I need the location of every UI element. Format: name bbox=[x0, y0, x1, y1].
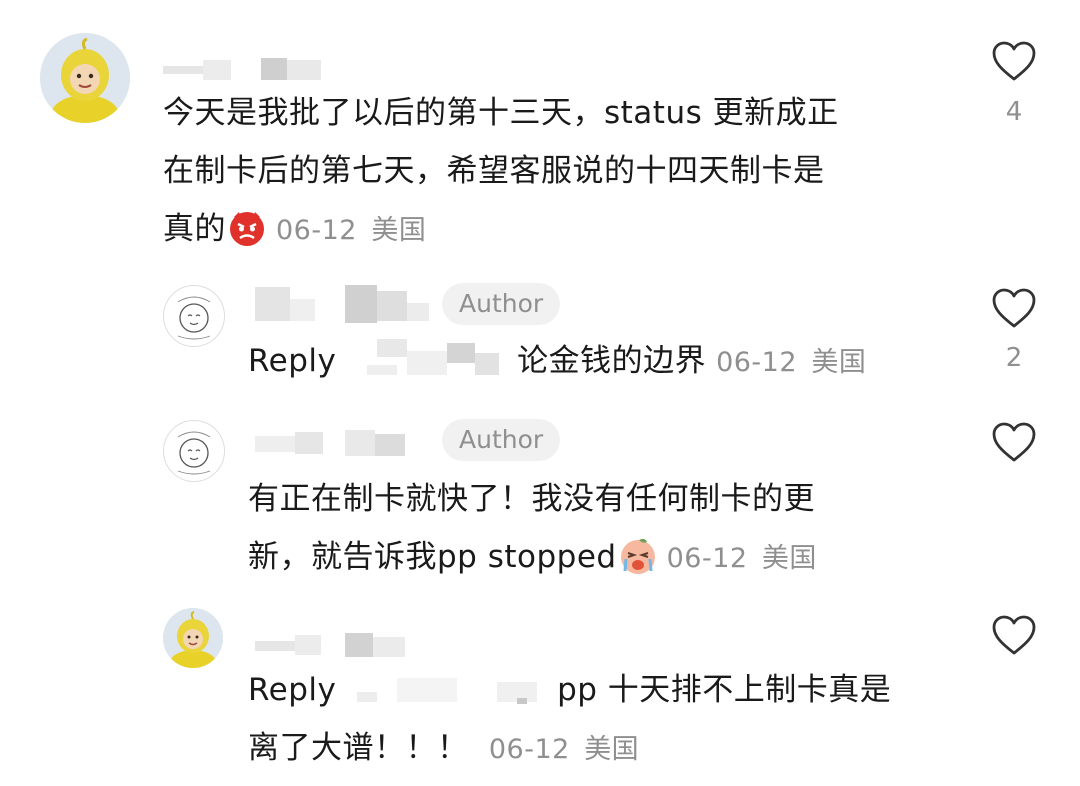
author-badge: Author bbox=[442, 419, 561, 461]
author-badge: Author bbox=[442, 283, 561, 325]
comment-line-last: 真的 06-12 美国 bbox=[163, 200, 943, 260]
comment-line: 在制卡后的第七天，希望客服说的十四天制卡是 bbox=[163, 153, 825, 189]
reply-line: Reply pp 十天排不上制卡真是 bbox=[248, 661, 948, 719]
reply-label: Reply bbox=[248, 672, 337, 708]
avatar[interactable] bbox=[40, 33, 130, 123]
comment-date: 06-12 bbox=[488, 734, 570, 765]
heart-icon[interactable] bbox=[991, 40, 1037, 82]
username-redacted bbox=[255, 285, 435, 325]
reply-body: 论金钱的边界 bbox=[517, 343, 707, 379]
comment-location: 美国 bbox=[761, 543, 817, 574]
reply-text: Reply 论金钱的边界 06-12 美国 bbox=[248, 332, 948, 392]
comment-location: 美国 bbox=[371, 215, 427, 246]
comment-line: 有正在制卡就快了！我没有任何制卡的更 bbox=[248, 481, 815, 517]
avatar[interactable] bbox=[163, 608, 223, 668]
like-button[interactable] bbox=[991, 614, 1037, 660]
reply-label: Reply bbox=[248, 343, 337, 379]
comment-line: 真的 bbox=[163, 211, 226, 247]
comment-line: 今天是我批了以后的第十三天，status 更新成正 bbox=[163, 95, 839, 131]
username-redacted bbox=[255, 430, 425, 458]
heart-icon[interactable] bbox=[991, 614, 1037, 656]
comment-line-last: 新，就告诉我pp stopped 06-12 美国 bbox=[248, 528, 948, 588]
heart-icon[interactable] bbox=[991, 287, 1037, 329]
comment-date: 06-12 bbox=[276, 215, 357, 246]
avatar[interactable] bbox=[163, 285, 225, 347]
username-redacted bbox=[163, 58, 323, 82]
like-button[interactable] bbox=[991, 287, 1037, 333]
reply-target-redacted bbox=[346, 668, 547, 704]
reply-body: pp 十天排不上制卡真是 bbox=[557, 672, 892, 708]
like-button[interactable] bbox=[991, 421, 1037, 467]
reply-text: Reply pp 十天排不上制卡真是 离了大谱！！！ 06-12 美国 bbox=[248, 661, 948, 779]
angry-face-icon bbox=[228, 208, 266, 246]
avatar[interactable] bbox=[163, 420, 225, 482]
like-button[interactable] bbox=[991, 40, 1037, 86]
comment-location: 美国 bbox=[811, 347, 867, 378]
like-count: 2 bbox=[1005, 343, 1023, 373]
like-count: 4 bbox=[1005, 97, 1023, 127]
comment-text: 今天是我批了以后的第十三天，status 更新成正 在制卡后的第七天，希望客服说… bbox=[163, 84, 943, 260]
comment-date: 06-12 bbox=[666, 543, 748, 574]
comment-date: 06-12 bbox=[716, 347, 798, 378]
crying-face-icon bbox=[619, 536, 657, 574]
heart-icon[interactable] bbox=[991, 421, 1037, 463]
comment-location: 美国 bbox=[584, 734, 640, 765]
comment-line: 新，就告诉我pp stopped bbox=[248, 539, 617, 575]
reply-body: 离了大谱！！！ bbox=[248, 730, 469, 766]
reply-target-redacted bbox=[346, 339, 507, 375]
comment-text: 有正在制卡就快了！我没有任何制卡的更 新，就告诉我pp stopped 06-1… bbox=[248, 470, 948, 588]
reply-line-last: 离了大谱！！！ 06-12 美国 bbox=[248, 719, 948, 779]
username-redacted bbox=[255, 633, 415, 659]
